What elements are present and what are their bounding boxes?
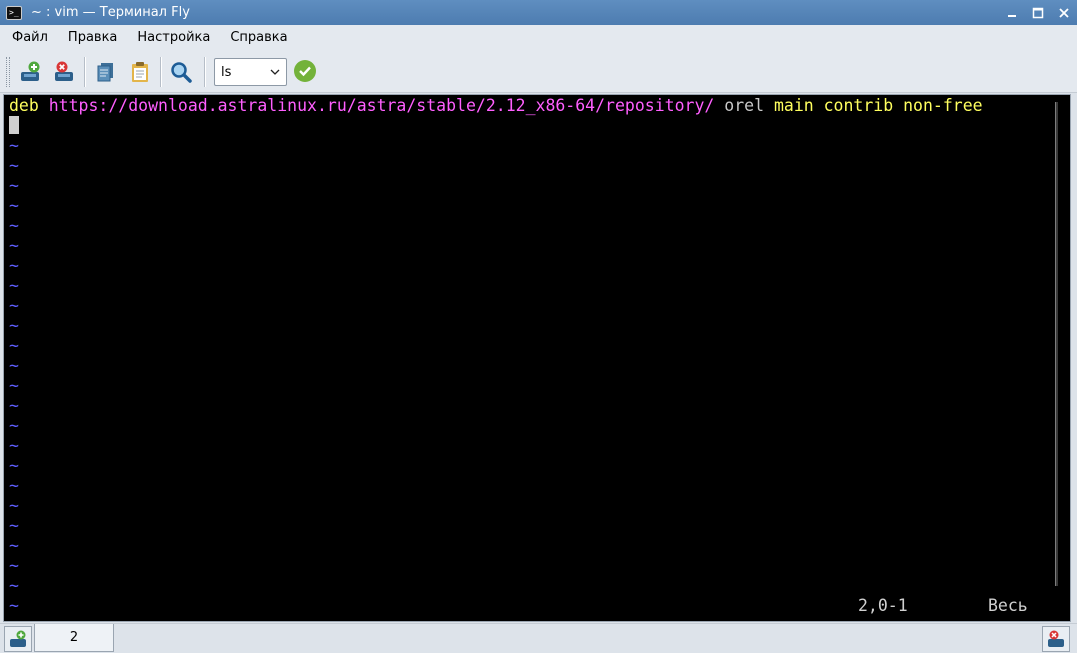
search-icon[interactable] <box>167 58 195 86</box>
close-tab-icon[interactable] <box>50 58 78 86</box>
window-title: ~ : vim — Терминал Fly <box>31 5 190 20</box>
tilde-line: ~ <box>9 576 19 595</box>
close-icon[interactable] <box>1051 0 1077 25</box>
toolbar-separator <box>160 57 162 87</box>
chevron-down-icon <box>270 69 280 75</box>
close-tab-icon[interactable] <box>1042 626 1070 652</box>
tilde-line: ~ <box>9 296 19 315</box>
menu-help[interactable]: Справка <box>222 25 295 51</box>
maximize-icon[interactable] <box>1025 0 1051 25</box>
command-combo-value: ls <box>221 64 232 80</box>
new-tab-icon[interactable] <box>4 626 32 652</box>
run-icon[interactable] <box>294 60 316 82</box>
tilde-line: ~ <box>9 416 19 435</box>
tilde-line: ~ <box>9 256 19 275</box>
distribution: orel <box>724 96 765 115</box>
copy-icon[interactable] <box>91 58 119 86</box>
new-tab-icon[interactable] <box>16 58 44 86</box>
tilde-line: ~ <box>9 176 19 195</box>
tilde-line: ~ <box>9 456 19 475</box>
cursor-position: 2,0-1 <box>858 596 908 615</box>
tab-label: 2 <box>69 630 79 645</box>
tab-bar: 2 <box>0 623 1077 653</box>
tilde-line: ~ <box>9 556 19 575</box>
title-bar: >_ ~ : vim — Терминал Fly <box>0 0 1077 25</box>
menu-settings[interactable]: Настройка <box>129 25 218 51</box>
terminal-scrollbar[interactable] <box>1054 96 1070 620</box>
text-cursor <box>9 116 19 134</box>
terminal-view[interactable]: deb https://download.astralinux.ru/astra… <box>4 96 1054 620</box>
tab-2[interactable]: 2 <box>34 624 114 652</box>
tilde-line: ~ <box>9 476 19 495</box>
menu-bar: Файл Правка Настройка Справка <box>0 25 1077 51</box>
toolbar-grip[interactable] <box>6 57 10 87</box>
terminal-icon: >_ <box>6 5 22 20</box>
tilde-line: ~ <box>9 516 19 535</box>
window-controls <box>999 0 1077 25</box>
tilde-line: ~ <box>9 276 19 295</box>
paste-icon[interactable] <box>126 58 154 86</box>
tilde-line: ~ <box>9 336 19 355</box>
minimize-icon[interactable] <box>999 0 1025 25</box>
scroll-thumb[interactable] <box>1055 102 1058 586</box>
view-position: Весь <box>988 596 1028 615</box>
repo-url: https://download.astralinux.ru/astra/sta… <box>48 96 715 115</box>
components: main contrib non-free <box>773 96 983 115</box>
tilde-line: ~ <box>9 496 19 515</box>
toolbar <box>0 51 1077 93</box>
tilde-line: ~ <box>9 156 19 175</box>
tilde-line: ~ <box>9 376 19 395</box>
tilde-line: ~ <box>9 196 19 215</box>
cursor-line <box>4 116 1054 136</box>
terminal-line: deb https://download.astralinux.ru/astra… <box>4 96 1054 116</box>
toolbar-separator <box>204 57 206 87</box>
tilde-line: ~ <box>9 236 19 255</box>
empty-buffer-lines: ~ ~ ~ ~ ~ ~ ~ ~ ~ ~ ~ ~ ~ ~ ~ ~ ~ ~ ~ ~ ~ ~ ~ ~ <box>4 136 1054 616</box>
command-combo[interactable]: ls <box>214 58 287 86</box>
tilde-line: ~ <box>9 356 19 375</box>
tilde-line: ~ <box>9 316 19 335</box>
menu-edit[interactable]: Правка <box>60 25 125 51</box>
toolbar-separator <box>84 57 86 87</box>
menu-file[interactable]: Файл <box>4 25 56 51</box>
deb-keyword: deb <box>9 96 39 115</box>
tilde-line: ~ <box>9 536 19 555</box>
tilde-line: ~ <box>9 436 19 455</box>
tilde-line: ~ <box>9 136 19 155</box>
tilde-line: ~ <box>9 216 19 235</box>
tilde-line: ~ <box>9 396 19 415</box>
